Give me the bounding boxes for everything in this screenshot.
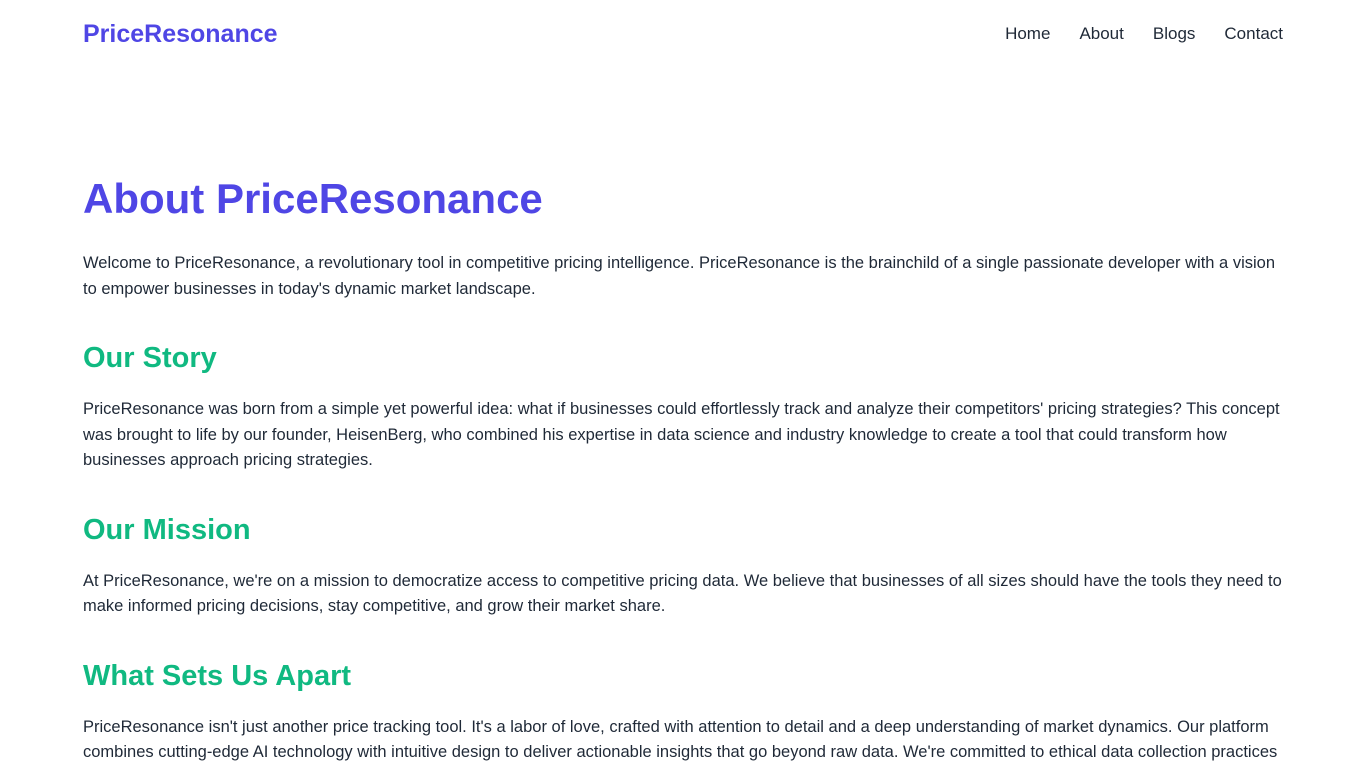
section-our-story: Our Story PriceResonance was born from a… [83,340,1283,474]
nav-link-blogs[interactable]: Blogs [1153,24,1196,44]
section-heading: What Sets Us Apart [83,659,352,692]
section-paragraph: PriceResonance isn't just another price … [83,717,1278,762]
section-heading: Our Story [83,342,217,374]
intro-paragraph: Welcome to PriceResonance, a revolutiona… [83,254,1276,298]
nav-link-about[interactable]: About [1079,24,1123,44]
section-paragraph: At PriceResonance, we're on a mission to… [83,571,1282,616]
main-nav: Home About Blogs Contact [1005,24,1283,44]
section-heading: Our Mission [83,513,251,546]
main-content: About PriceResonance Welcome to PriceRes… [83,173,1283,768]
page-title: About PriceResonance [83,175,543,222]
section-paragraph: PriceResonance was born from a simple ye… [83,400,1280,469]
nav-link-home[interactable]: Home [1005,24,1050,44]
section-our-mission: Our Mission At PriceResonance, we're on … [83,512,1283,620]
section-what-sets-us-apart: What Sets Us Apart PriceResonance isn't … [83,658,1283,768]
nav-link-contact[interactable]: Contact [1224,24,1283,44]
site-header: PriceResonance Home About Blogs Contact [0,0,1366,68]
site-logo[interactable]: PriceResonance [83,19,278,49]
